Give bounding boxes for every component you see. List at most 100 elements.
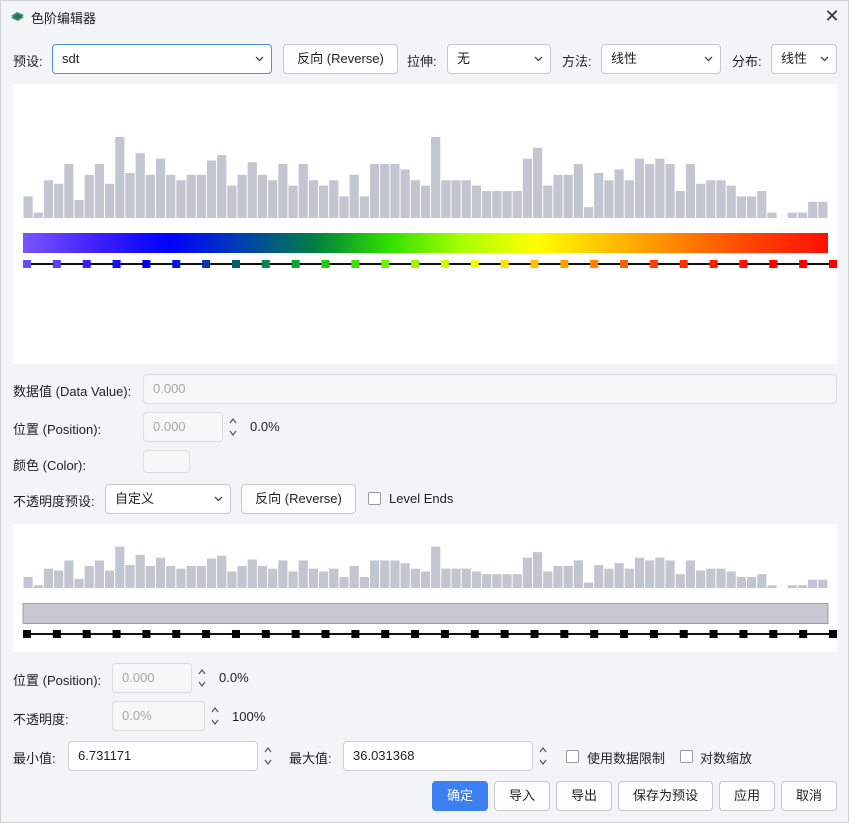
opacity-stop-marker[interactable] <box>530 630 539 638</box>
opacity-stop-marker[interactable] <box>590 630 599 638</box>
color-stop-marker[interactable] <box>112 260 121 268</box>
opacity-stop-marker[interactable] <box>470 630 479 638</box>
opacity-stop-marker[interactable] <box>560 630 569 638</box>
import-button[interactable]: 导入 <box>494 781 550 811</box>
color-stop-marker[interactable] <box>52 260 61 268</box>
position-field[interactable]: 0.000 <box>143 412 223 442</box>
color-gradient-bar[interactable] <box>13 233 837 255</box>
color-stop-marker[interactable] <box>381 260 390 268</box>
color-stop-marker[interactable] <box>649 260 658 268</box>
chevron-up-icon[interactable] <box>538 746 548 754</box>
min-value-field[interactable]: 6.731171 <box>68 741 258 771</box>
color-stop-marker[interactable] <box>202 260 211 268</box>
save-preset-button[interactable]: 保存为预设 <box>618 781 713 811</box>
position2-stepper[interactable] <box>193 663 211 693</box>
level-ends-checkbox[interactable] <box>368 492 381 505</box>
color-stop-marker[interactable] <box>440 260 449 268</box>
chevron-down-icon[interactable] <box>210 718 220 726</box>
opacity-stop-marker[interactable] <box>231 630 240 638</box>
color-stop-marker[interactable] <box>142 260 151 268</box>
opacity-field[interactable]: 0.0% <box>112 701 205 731</box>
opacity-stop-marker[interactable] <box>321 630 330 638</box>
color-stop-marker[interactable] <box>829 260 837 268</box>
reverse-button[interactable]: 反向 (Reverse) <box>283 44 398 74</box>
opacity-stop-marker[interactable] <box>142 630 151 638</box>
color-stop-marker[interactable] <box>411 260 420 268</box>
opacity-stop-marker[interactable] <box>500 630 509 638</box>
opacity-stop-marker[interactable] <box>620 630 629 638</box>
cancel-button[interactable]: 取消 <box>781 781 837 811</box>
max-value-field[interactable]: 36.031368 <box>343 741 533 771</box>
opacity-stop-marker[interactable] <box>411 630 420 638</box>
opacity-stop-marker[interactable] <box>261 630 270 638</box>
opacity-stop-marker[interactable] <box>202 630 211 638</box>
ok-button[interactable]: 确定 <box>432 781 488 811</box>
color-stop-marker[interactable] <box>321 260 330 268</box>
position-stepper[interactable] <box>224 412 242 442</box>
close-icon[interactable]: ✕ <box>819 3 845 29</box>
opacity-stop-marker[interactable] <box>351 630 360 638</box>
opacity-preset-select[interactable]: 自定义 <box>105 484 231 514</box>
opacity-stop-marker[interactable] <box>440 630 449 638</box>
chevron-up-icon[interactable] <box>210 706 220 714</box>
opacity-stop-marker[interactable] <box>112 630 121 638</box>
min-stepper[interactable] <box>259 741 277 771</box>
color-stop-marker[interactable] <box>560 260 569 268</box>
opacity-stop-marker[interactable] <box>769 630 778 638</box>
opacity-panel[interactable] <box>13 524 837 652</box>
opacity-stop-marker[interactable] <box>739 630 748 638</box>
color-stop-marker[interactable] <box>500 260 509 268</box>
color-stop-marker[interactable] <box>231 260 240 268</box>
opacity-stop-marker[interactable] <box>649 630 658 638</box>
color-swatch[interactable] <box>143 450 190 473</box>
color-stop-marker[interactable] <box>351 260 360 268</box>
opacity-stop-marker[interactable] <box>23 630 31 638</box>
opacity-stepper[interactable] <box>206 701 224 731</box>
chevron-down-icon[interactable] <box>538 758 548 766</box>
chevron-down-icon[interactable] <box>197 680 207 688</box>
color-stop-marker[interactable] <box>261 260 270 268</box>
color-stop-marker[interactable] <box>291 260 300 268</box>
opacity-stop-marker[interactable] <box>291 630 300 638</box>
color-stop-marker[interactable] <box>709 260 718 268</box>
position2-field[interactable]: 0.000 <box>112 663 192 693</box>
opacity-bar[interactable] <box>13 603 837 625</box>
max-stepper[interactable] <box>534 741 552 771</box>
distribution-select[interactable]: 线性 <box>771 44 837 74</box>
color-stop-marker[interactable] <box>679 260 688 268</box>
color-stop-marker[interactable] <box>620 260 629 268</box>
export-button[interactable]: 导出 <box>556 781 612 811</box>
data-value-field[interactable]: 0.000 <box>143 374 837 404</box>
method-select[interactable]: 线性 <box>601 44 721 74</box>
color-stop-marker[interactable] <box>82 260 91 268</box>
chevron-down-icon[interactable] <box>228 429 238 437</box>
chevron-up-icon[interactable] <box>197 668 207 676</box>
opacity-stop-marker[interactable] <box>172 630 181 638</box>
stretch-select[interactable]: 无 <box>447 44 551 74</box>
opacity-stop-marker[interactable] <box>381 630 390 638</box>
chevron-up-icon[interactable] <box>263 746 273 754</box>
color-stop-marker[interactable] <box>530 260 539 268</box>
log-scale-checkbox[interactable] <box>680 750 693 763</box>
opacity-stop-marker[interactable] <box>679 630 688 638</box>
opacity-stop-marker[interactable] <box>799 630 808 638</box>
color-stop-marker[interactable] <box>590 260 599 268</box>
chevron-down-icon[interactable] <box>263 758 273 766</box>
opacity-stop-marker[interactable] <box>82 630 91 638</box>
opacity-stop-marker[interactable] <box>52 630 61 638</box>
color-stop-marker[interactable] <box>23 260 31 268</box>
color-stop-marker[interactable] <box>739 260 748 268</box>
chevron-up-icon[interactable] <box>228 417 238 425</box>
preset-select[interactable]: sdt <box>52 44 272 74</box>
color-stop-marker[interactable] <box>172 260 181 268</box>
color-stop-marker[interactable] <box>799 260 808 268</box>
opacity-stop-marker[interactable] <box>709 630 718 638</box>
opacity-reverse-button[interactable]: 反向 (Reverse) <box>241 484 356 514</box>
color-stop-marker[interactable] <box>470 260 479 268</box>
opacity-stops-track[interactable] <box>13 627 837 641</box>
color-ramp-panel[interactable] <box>13 84 837 364</box>
color-stops-track[interactable] <box>13 256 837 272</box>
color-stop-marker[interactable] <box>769 260 778 268</box>
opacity-stop-marker[interactable] <box>829 630 837 638</box>
apply-button[interactable]: 应用 <box>719 781 775 811</box>
